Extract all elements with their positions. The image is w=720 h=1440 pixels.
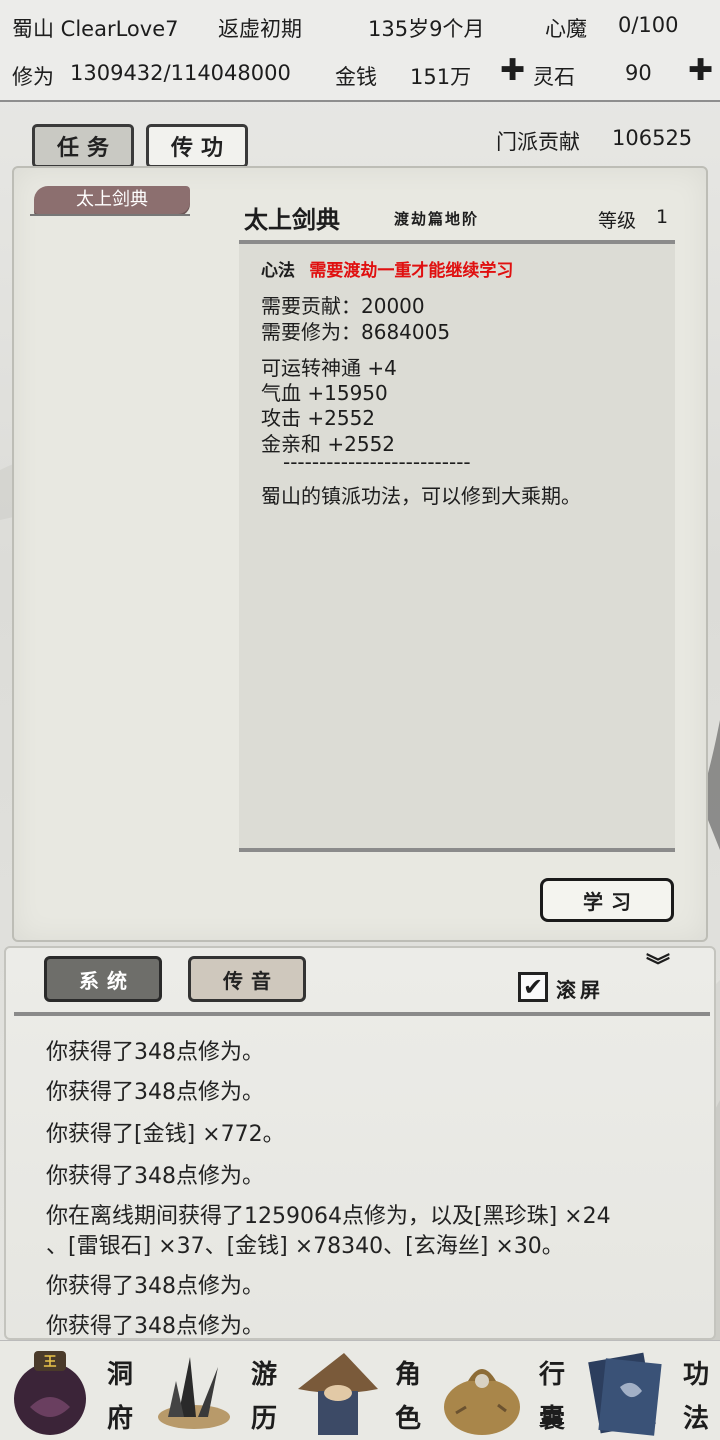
spirit-stone-label: 灵石	[533, 65, 575, 89]
money-label: 金钱	[335, 65, 377, 89]
need-contribution: 需要贡献：20000	[261, 294, 425, 318]
nav-label: 游历	[250, 1360, 277, 1434]
heart-demon-value: 0/100	[618, 13, 679, 37]
nav-item-technique[interactable]: 功法	[576, 1341, 720, 1440]
svg-text:王: 王	[43, 1355, 56, 1370]
requirement-warning: 需要渡劫一重才能继续学习	[309, 261, 514, 281]
tab-voice[interactable]: 传音	[188, 956, 306, 1002]
skill-list-divider	[30, 214, 190, 216]
nav-item-character[interactable]: 角色	[288, 1341, 432, 1440]
character-icon	[298, 1353, 378, 1435]
cave-dwelling-icon: 王	[14, 1351, 86, 1435]
cultivation-value: 1309432/114048000	[70, 61, 291, 85]
player-name: 蜀山 ClearLove7	[12, 17, 179, 41]
technique-panel: 太上剑典 太上剑典 渡劫篇地阶 等级 1 心法 需要渡劫一重才能继续学习 需要贡…	[12, 166, 708, 942]
message-log-panel: 系统 传音 ✔ 滚屏 ︾ 你获得了348点修为。 你获得了348点修为。 你获得…	[4, 946, 716, 1340]
technique-subtitle: 渡劫篇地阶	[394, 210, 480, 228]
log-line: 你获得了348点修为。	[46, 1274, 264, 1299]
level-value: 1	[656, 206, 669, 228]
realm-label: 返虚初期	[218, 17, 302, 41]
spirit-stone-value: 90	[625, 61, 652, 85]
log-divider	[14, 1012, 710, 1016]
tab-transmit[interactable]: 传功	[146, 124, 248, 168]
technique-detail-box: 心法 需要渡劫一重才能继续学习 需要贡献：20000 需要修为：8684005 …	[239, 240, 675, 852]
nav-label: 角色	[394, 1360, 421, 1434]
auto-scroll-checkbox[interactable]: ✔	[518, 972, 548, 1002]
cultivation-label: 修为	[12, 65, 54, 89]
log-line: 你在离线期间获得了1259064点修为，以及[黑珍珠] ×24	[46, 1204, 611, 1229]
money-value: 151万	[410, 65, 472, 89]
tab-system[interactable]: 系统	[44, 956, 162, 1002]
add-spirit-stone-icon[interactable]: ✚	[688, 56, 713, 86]
nav-label: 行囊	[538, 1360, 565, 1434]
technique-title: 太上剑典	[244, 205, 340, 234]
bottom-navigation: 王 洞府 游历 角色 行 囊 功 法	[0, 1340, 720, 1440]
level-label: 等级	[598, 210, 637, 232]
nav-item-bag[interactable]: 行囊	[432, 1341, 576, 1440]
bag-icon	[444, 1369, 520, 1435]
log-line: 你获得了348点修为。	[46, 1314, 264, 1339]
log-line: 你获得了348点修为。	[46, 1164, 264, 1189]
log-line: 你获得了348点修为。	[46, 1080, 264, 1105]
nav-item-travel[interactable]: 游历	[144, 1341, 288, 1440]
separator-line: --------------------------	[283, 450, 471, 474]
auto-scroll-label: 滚屏	[556, 978, 604, 1002]
technique-description: 蜀山的镇派功法，可以修到大乘期。	[261, 484, 581, 508]
log-line: 你获得了348点修为。	[46, 1040, 264, 1065]
log-line: 、[雷银石] ×37、[金钱] ×78340、[玄海丝] ×30。	[46, 1234, 564, 1259]
learn-button[interactable]: 学习	[540, 878, 674, 922]
tab-task[interactable]: 任务	[32, 124, 134, 168]
skill-list-item[interactable]: 太上剑典	[34, 186, 190, 214]
technique-book-icon	[588, 1352, 662, 1436]
nav-label: 功法	[682, 1360, 709, 1434]
requirement-label: 心法	[261, 261, 295, 281]
stat-line: 攻击 +2552	[261, 406, 376, 430]
travel-icon	[158, 1357, 230, 1429]
log-line: 你获得了[金钱] ×772。	[46, 1122, 285, 1147]
collapse-chevron-icon[interactable]: ︾	[646, 954, 670, 978]
age-label: 135岁9个月	[368, 17, 485, 41]
heart-demon-label: 心魔	[545, 17, 587, 41]
contribution-label: 门派贡献	[496, 130, 580, 154]
contribution-value: 106525	[612, 126, 693, 150]
need-cultivation: 需要修为：8684005	[261, 320, 451, 344]
nav-item-cave[interactable]: 王 洞府	[0, 1341, 144, 1440]
status-bar: 蜀山 ClearLove7 返虚初期 135岁9个月 心魔 0/100 修为 1…	[0, 0, 720, 102]
nav-label: 洞府	[106, 1360, 133, 1434]
add-money-icon[interactable]: ✚	[500, 56, 525, 86]
